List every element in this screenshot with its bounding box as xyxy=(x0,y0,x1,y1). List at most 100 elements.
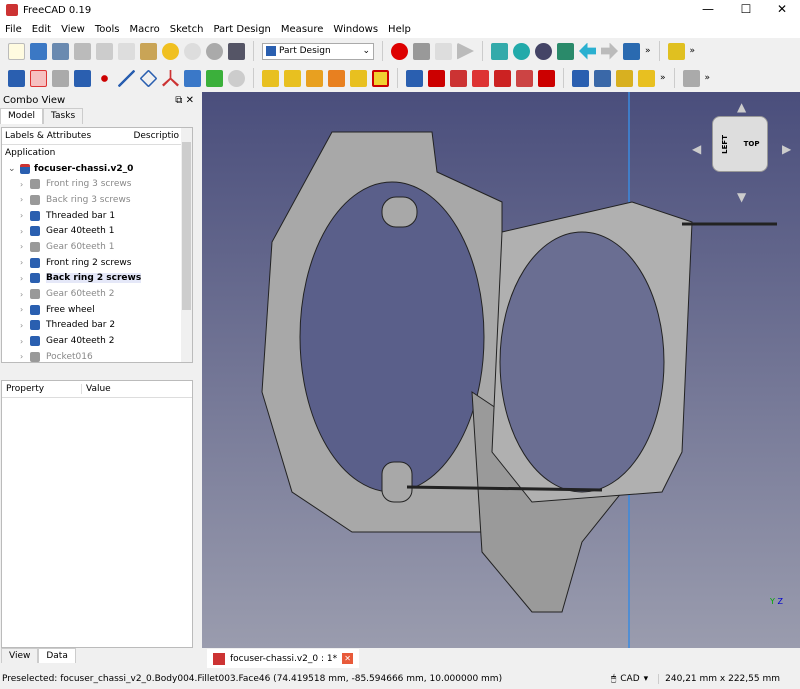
copy-icon[interactable] xyxy=(118,42,135,60)
tree-item[interactable]: › Threaded bar 1 xyxy=(2,208,192,224)
expand-icon[interactable]: › xyxy=(20,274,30,283)
toolbar-overflow[interactable]: » xyxy=(690,46,696,56)
navigation-style-button[interactable]: 🖱 CAD ▾ xyxy=(611,674,648,684)
revolution-icon[interactable] xyxy=(284,69,301,87)
tree-item[interactable]: › Back ring 2 screws xyxy=(2,271,192,287)
tree-item[interactable]: › Gear 40teeth 1 xyxy=(2,223,192,239)
validate-sketch-icon[interactable] xyxy=(52,69,69,87)
expand-icon[interactable]: › xyxy=(20,195,30,204)
fit-all-icon[interactable] xyxy=(491,42,508,60)
polar-pattern-icon[interactable] xyxy=(616,69,633,87)
toolbar-overflow[interactable]: » xyxy=(705,73,711,83)
tree-item[interactable]: › Gear 40teeth 2 xyxy=(2,333,192,349)
menu-macro[interactable]: Macro xyxy=(124,24,164,35)
close-tab-icon[interactable]: ✕ xyxy=(342,653,354,664)
toolbar-overflow[interactable]: » xyxy=(660,73,666,83)
multitransform-icon[interactable] xyxy=(638,69,655,87)
refresh-icon[interactable] xyxy=(206,42,223,60)
tree-item[interactable]: › Pocket016 xyxy=(2,349,192,362)
draw-style-icon[interactable] xyxy=(535,42,552,60)
expand-icon[interactable]: › xyxy=(20,305,30,314)
subtractive-helix-icon[interactable] xyxy=(516,69,533,87)
tab-tasks[interactable]: Tasks xyxy=(43,108,84,124)
navcube-arrows[interactable]: ▲ ▼ ◀ ▶ xyxy=(692,100,792,204)
expand-icon[interactable]: › xyxy=(20,290,30,299)
expand-icon[interactable]: › xyxy=(20,321,30,330)
menu-measure[interactable]: Measure xyxy=(276,24,329,35)
menu-help[interactable]: Help xyxy=(383,24,416,35)
macro-stop-icon[interactable] xyxy=(413,42,430,60)
menu-view[interactable]: View xyxy=(56,24,90,35)
hole-icon[interactable] xyxy=(428,69,445,87)
value-column[interactable]: Value xyxy=(82,384,162,394)
macro-edit-icon[interactable] xyxy=(435,42,452,60)
expand-icon[interactable]: › xyxy=(20,352,30,361)
menu-sketch[interactable]: Sketch xyxy=(165,24,209,35)
tree-column-description[interactable]: Descriptio xyxy=(133,131,179,141)
expand-icon[interactable]: › xyxy=(20,227,30,236)
datum-line-icon[interactable] xyxy=(118,69,135,87)
tree-column-labels[interactable]: Labels & Attributes xyxy=(5,131,91,141)
datum-point-icon[interactable] xyxy=(96,69,113,87)
linear-pattern-icon[interactable] xyxy=(594,69,611,87)
tree-item[interactable]: › Front ring 3 screws xyxy=(2,176,192,192)
expand-icon[interactable]: › xyxy=(20,242,30,251)
menu-tools[interactable]: Tools xyxy=(90,24,125,35)
expand-icon[interactable]: › xyxy=(20,211,30,220)
menu-windows[interactable]: Windows xyxy=(328,24,383,35)
subshape-binder-icon[interactable] xyxy=(206,69,223,87)
tree-item[interactable]: › Gear 60teeth 1 xyxy=(2,239,192,255)
minimize-button[interactable]: — xyxy=(690,0,726,20)
shape-binder-icon[interactable] xyxy=(184,69,201,87)
whats-this-icon[interactable] xyxy=(228,42,245,60)
property-column[interactable]: Property xyxy=(2,384,82,394)
expand-icon[interactable]: › xyxy=(20,337,30,346)
std-views-icon[interactable] xyxy=(623,42,640,60)
additive-primitive-icon[interactable] xyxy=(372,69,389,87)
pad-icon[interactable] xyxy=(262,69,279,87)
tree-item[interactable]: › Free wheel xyxy=(2,302,192,318)
local-cs-icon[interactable] xyxy=(162,69,179,87)
toolbar-overflow[interactable]: » xyxy=(645,46,651,56)
print-icon[interactable] xyxy=(74,42,91,60)
3d-viewport[interactable]: LEFT TOP ▲ ▼ ◀ ▶ Y Z xyxy=(202,92,800,648)
tree-item[interactable]: › Threaded bar 2 xyxy=(2,318,192,334)
redo-icon[interactable] xyxy=(184,42,201,60)
datum-plane-icon[interactable] xyxy=(139,68,158,88)
dock-close-icon[interactable]: ⧉ ✕ xyxy=(175,95,194,106)
sketch-icon[interactable] xyxy=(30,69,47,87)
back-icon[interactable] xyxy=(579,42,596,60)
tree-item[interactable]: › Gear 60teeth 2 xyxy=(2,286,192,302)
cut-icon[interactable] xyxy=(96,42,113,60)
save-icon[interactable] xyxy=(52,42,69,60)
tab-data[interactable]: Data xyxy=(38,648,76,663)
menu-edit[interactable]: Edit xyxy=(27,24,56,35)
tab-model[interactable]: Model xyxy=(0,108,44,124)
additive-helix-icon[interactable] xyxy=(350,69,367,87)
additive-loft-icon[interactable] xyxy=(306,69,323,87)
macro-record-icon[interactable] xyxy=(391,42,408,60)
clone-icon[interactable] xyxy=(74,69,91,87)
body-icon[interactable] xyxy=(8,69,25,87)
bounding-box-icon[interactable] xyxy=(557,42,574,60)
tree-item[interactable]: › Front ring 2 screws xyxy=(2,255,192,271)
groove-icon[interactable] xyxy=(450,69,467,87)
maximize-button[interactable]: ☐ xyxy=(728,0,764,20)
tab-view[interactable]: View xyxy=(1,648,39,663)
measure-icon[interactable] xyxy=(682,69,700,87)
forward-icon[interactable] xyxy=(601,42,618,60)
workbench-selector[interactable]: Part Design ⌄ xyxy=(262,42,374,60)
document-tab[interactable]: focuser-chassi.v2_0 : 1* ✕ xyxy=(207,649,360,668)
subtractive-primitive-icon[interactable] xyxy=(538,69,555,87)
close-button[interactable]: ✕ xyxy=(764,0,800,20)
fit-selection-icon[interactable] xyxy=(513,42,530,60)
clone-body-icon[interactable] xyxy=(228,69,245,87)
mirrored-icon[interactable] xyxy=(572,69,589,87)
open-icon[interactable] xyxy=(30,42,47,60)
menu-part-design[interactable]: Part Design xyxy=(208,24,275,35)
expand-icon[interactable]: › xyxy=(20,258,30,267)
expand-icon[interactable]: › xyxy=(20,180,30,189)
tree-item[interactable]: › Back ring 3 screws xyxy=(2,192,192,208)
menu-file[interactable]: File xyxy=(0,24,27,35)
part-icon[interactable] xyxy=(667,42,685,60)
